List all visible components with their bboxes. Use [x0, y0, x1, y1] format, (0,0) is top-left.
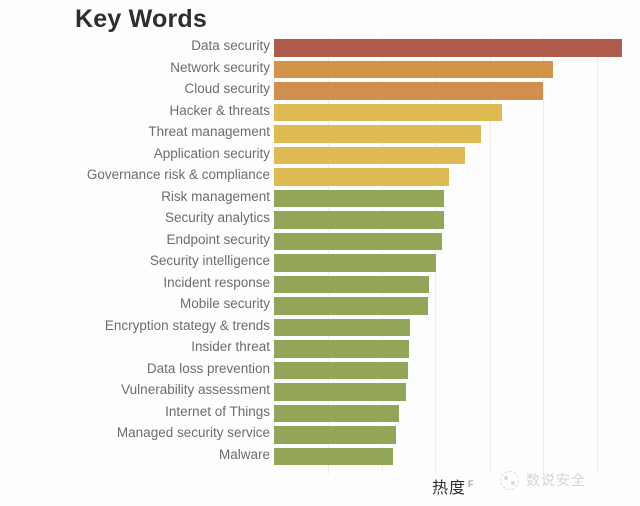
bar [274, 404, 399, 423]
bar [274, 361, 408, 380]
bar [274, 103, 502, 122]
bar-row: Threat management [0, 122, 640, 144]
bar-label: Risk management [161, 188, 270, 204]
bar-row: Managed security service [0, 423, 640, 445]
bar-label: Application security [153, 145, 270, 161]
bar-label: Network security [170, 59, 270, 75]
bar [274, 189, 444, 208]
bar-row: Data security [0, 36, 640, 58]
bar-row: Internet of Things [0, 402, 640, 424]
bar-row: Data loss prevention [0, 359, 640, 381]
bar [274, 82, 543, 100]
bar-row: Cloud security [0, 79, 640, 101]
bar [274, 60, 553, 79]
bar [274, 426, 396, 444]
bar-row: Malware [0, 445, 640, 467]
bar-label: Vulnerability assessment [121, 382, 270, 397]
bar-label: Cloud security [184, 81, 270, 96]
bar-label: Malware [218, 446, 270, 462]
bar-label: Security intelligence [149, 253, 270, 268]
bar [274, 39, 622, 57]
bar [274, 232, 442, 251]
bar-label: Data security [191, 38, 270, 53]
bar [274, 168, 449, 186]
chart-title: Key Words [75, 5, 207, 33]
bar-chart: Key Words Data security Network security C… [0, 0, 640, 506]
bar-row: Encryption stategy & trends [0, 316, 640, 338]
bar-row: Security intelligence [0, 251, 640, 273]
bar-row: Incident response [0, 273, 640, 295]
bar [274, 318, 410, 337]
bar-label: Insider threat [191, 339, 270, 354]
x-axis-label-unit: F [468, 478, 475, 489]
bar-rows: Data security Network security Cloud secur… [0, 36, 640, 470]
bar-label: Encryption stategy & trends [104, 317, 270, 333]
bar-row: Application security [0, 144, 640, 166]
circle-dots-icon [500, 470, 519, 490]
bar-row: Hacker & threats [0, 101, 640, 123]
bar-label: Governance risk & compliance [86, 167, 270, 182]
bar-row: Mobile security [0, 294, 640, 316]
watermark-text: 数说安全 [526, 472, 586, 488]
bar-label: Internet of Things [165, 403, 270, 419]
bar-label: Data loss prevention [146, 360, 270, 376]
bar [274, 297, 428, 315]
watermark: 数说安全 [500, 470, 586, 490]
bar [274, 447, 393, 466]
bar-label: Incident response [163, 274, 270, 290]
bar [274, 383, 406, 401]
bar-row: Vulnerability assessment [0, 380, 640, 402]
x-axis-label-text: 热度 [432, 480, 467, 497]
bar-label: Mobile security [179, 296, 270, 311]
bar-label: Hacker & threats [169, 102, 270, 118]
x-axis-label: 热度 F [432, 474, 475, 498]
bar-label: Managed security service [116, 425, 270, 440]
bar [274, 275, 429, 294]
bar-row: Network security [0, 58, 640, 80]
bar [274, 125, 481, 143]
bar [274, 340, 409, 358]
bar [274, 254, 436, 272]
bar [274, 146, 465, 165]
bar-label: Security analytics [164, 210, 270, 225]
bar-row: Risk management [0, 187, 640, 209]
bar [274, 211, 444, 229]
bar-row: Insider threat [0, 337, 640, 359]
bar-row: Endpoint security [0, 230, 640, 252]
bar-label: Endpoint security [166, 231, 270, 247]
bar-row: Governance risk & compliance [0, 165, 640, 187]
bar-label: Threat management [148, 124, 270, 139]
bar-row: Security analytics [0, 208, 640, 230]
